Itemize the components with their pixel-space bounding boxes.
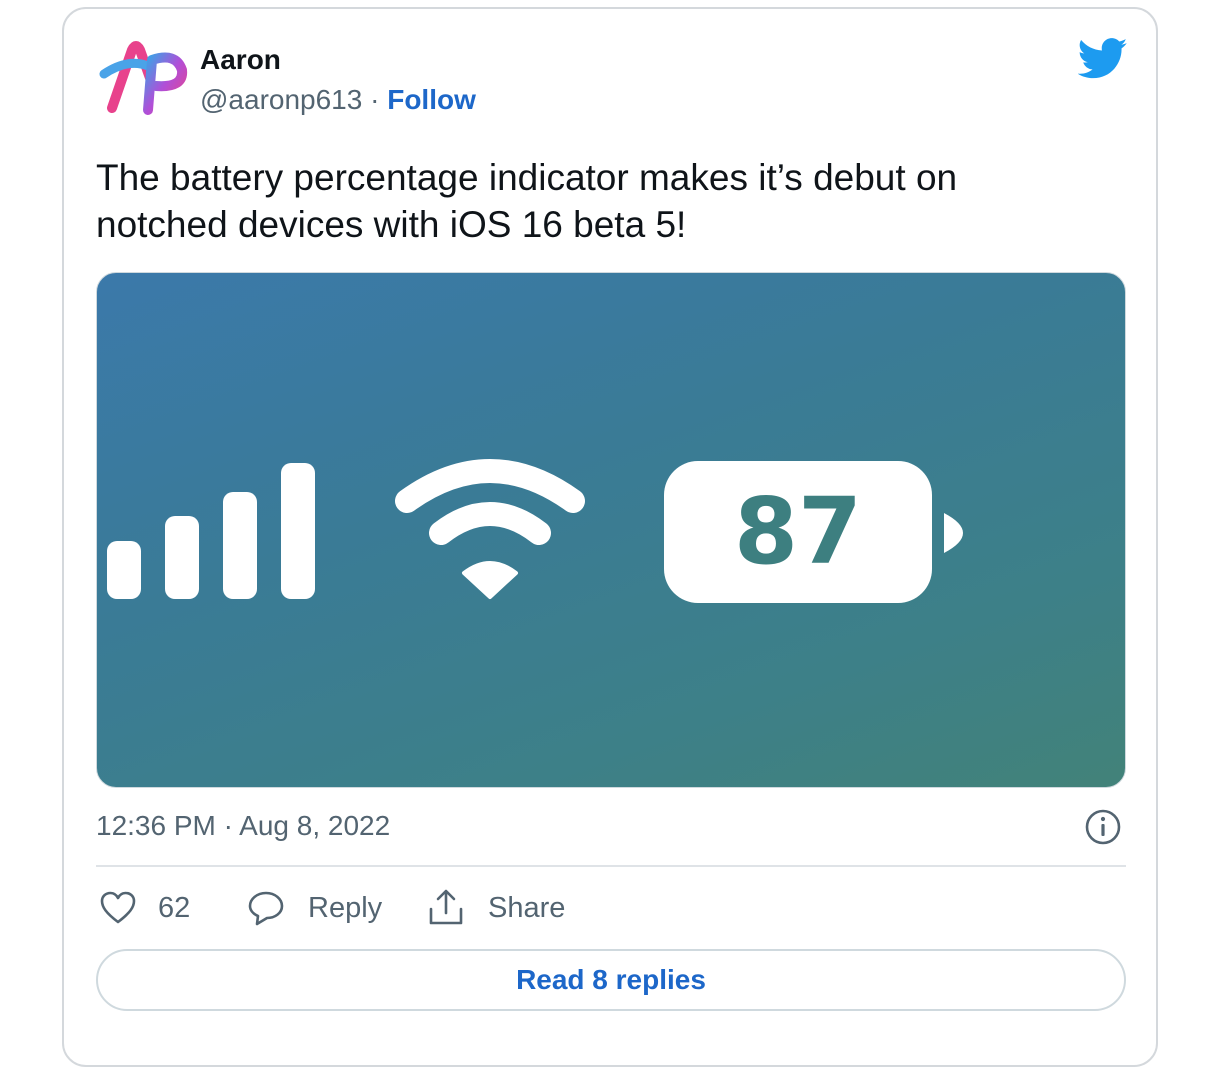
author-handle[interactable]: @aaronp613	[200, 84, 362, 115]
wifi-icon	[395, 459, 585, 599]
follow-button[interactable]: Follow	[387, 84, 476, 115]
reply-bubble-icon	[248, 891, 284, 926]
heart-icon	[100, 891, 136, 924]
handle-separator: ·	[362, 84, 388, 115]
share-button[interactable]: Share	[426, 888, 565, 928]
divider	[96, 865, 1126, 867]
like-button[interactable]: 62	[100, 888, 190, 928]
tweet-text: The battery percentage indicator makes i…	[96, 157, 958, 245]
info-icon[interactable]	[1084, 808, 1122, 846]
read-replies-button[interactable]: Read 8 replies	[96, 949, 1126, 1011]
battery-percentage-label: 87	[733, 478, 863, 585]
avatar[interactable]	[98, 40, 190, 116]
author-name[interactable]: Aaron	[200, 42, 281, 78]
twitter-bird-icon[interactable]	[1078, 38, 1128, 80]
tweet-media-image[interactable]: 87	[96, 272, 1126, 788]
cellular-signal-icon	[107, 463, 315, 599]
share-label: Share	[488, 891, 566, 924]
tweet-timestamp[interactable]: 12:36 PM · Aug 8, 2022	[96, 808, 390, 844]
status-bar-graphic	[107, 459, 963, 603]
share-icon	[429, 889, 463, 925]
author-handle-line: @aaronp613 · Follow	[200, 82, 476, 118]
like-count: 62	[158, 891, 191, 924]
reply-button[interactable]: Reply	[246, 888, 382, 928]
reply-label: Reply	[308, 891, 383, 924]
